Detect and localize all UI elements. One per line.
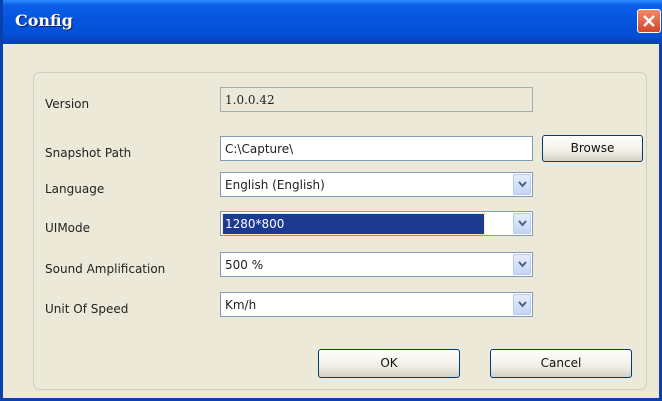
sound-amplification-label: Sound Amplification	[45, 262, 166, 276]
sound-amplification-dropdown-button[interactable]	[513, 254, 531, 275]
chevron-down-icon	[518, 220, 527, 227]
browse-button[interactable]: Browse	[542, 135, 643, 162]
snapshot-path-label: Snapshot Path	[45, 146, 132, 160]
chevron-down-icon	[518, 261, 527, 268]
unit-of-speed-select[interactable]: Km/h	[220, 292, 533, 317]
cancel-button[interactable]: Cancel	[490, 349, 632, 378]
sound-amplification-value: 500 %	[225, 258, 264, 272]
unit-of-speed-value: Km/h	[225, 298, 257, 312]
ok-button[interactable]: OK	[318, 349, 460, 378]
version-field: 1.0.0.42	[220, 87, 533, 112]
uimode-dropdown-button[interactable]	[513, 213, 531, 234]
uimode-value: 1280*800	[221, 213, 486, 235]
version-label: Version	[45, 97, 90, 111]
chevron-down-icon	[518, 301, 527, 308]
snapshot-path-value: C:\Capture\	[225, 142, 294, 156]
close-icon	[643, 15, 655, 27]
language-select[interactable]: English (English)	[220, 172, 533, 197]
close-button[interactable]	[637, 9, 661, 33]
window-title: Config	[15, 11, 73, 30]
language-label: Language	[45, 182, 105, 196]
language-dropdown-button[interactable]	[513, 174, 531, 195]
sound-amplification-select[interactable]: 500 %	[220, 252, 533, 277]
chevron-down-icon	[518, 181, 527, 188]
language-value: English (English)	[225, 178, 325, 192]
version-value: 1.0.0.42	[225, 93, 275, 107]
snapshot-path-input[interactable]: C:\Capture\	[220, 136, 533, 161]
unit-of-speed-dropdown-button[interactable]	[513, 294, 531, 315]
uimode-label: UIMode	[45, 221, 91, 235]
title-bar[interactable]: Config	[3, 0, 662, 44]
unit-of-speed-label: Unit Of Speed	[45, 302, 129, 316]
uimode-select[interactable]: 1280*800	[220, 211, 533, 236]
config-window: Config Version 1.0.0.42 Snapshot Path C:…	[0, 0, 662, 401]
